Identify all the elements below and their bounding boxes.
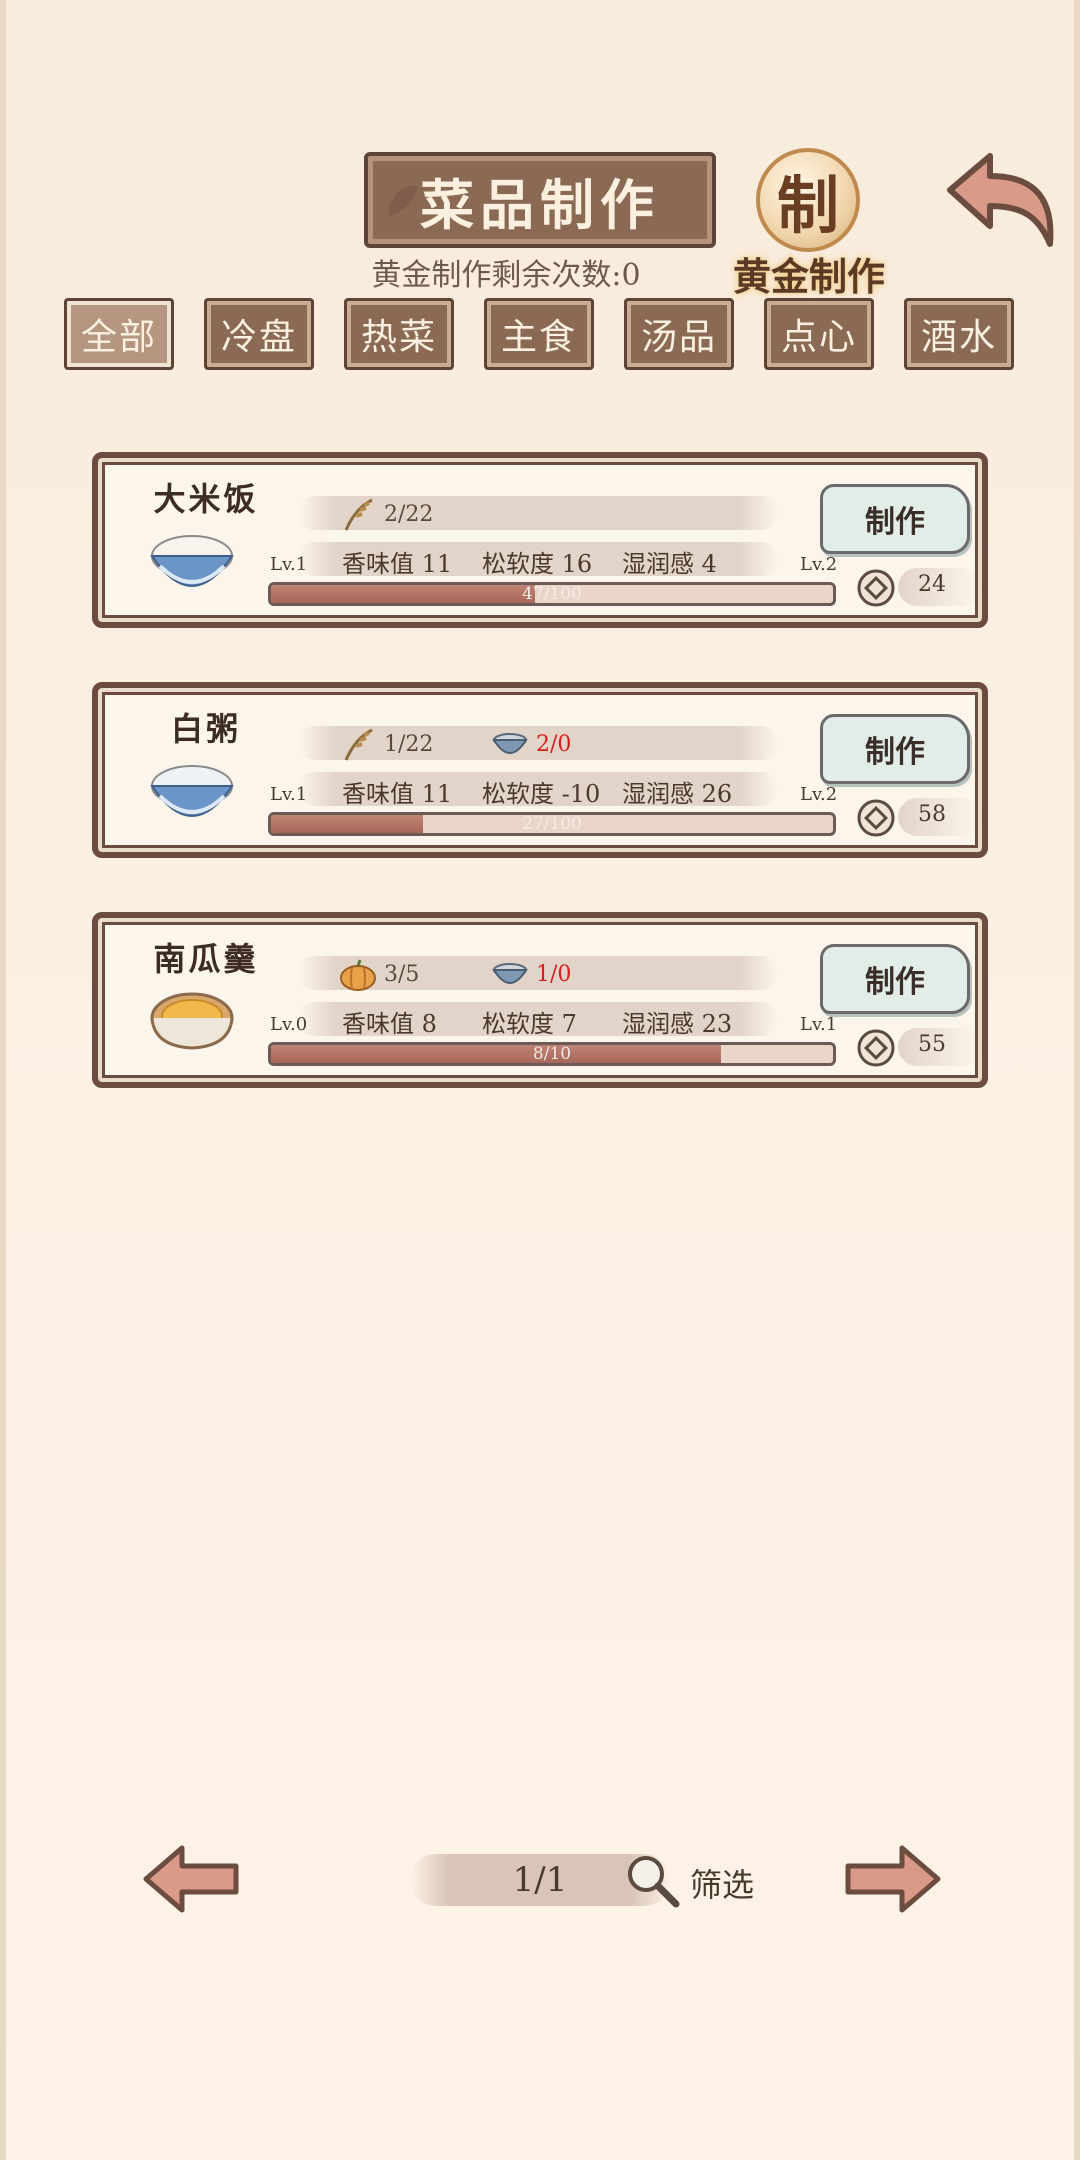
moisture-stat: 湿润感 26 [622, 780, 733, 808]
pumpkin-icon [340, 959, 376, 991]
copper-coin-icon [857, 569, 895, 607]
recipe-name: 南瓜羹 [153, 940, 259, 978]
next-page-arrow-icon[interactable] [842, 1844, 942, 1914]
magnifier-icon[interactable] [622, 1850, 682, 1910]
make-button-label: 制作 [865, 965, 925, 1000]
cost-value: 24 [918, 572, 946, 597]
level-progress-bar: 8/10 [268, 1042, 836, 1066]
level-next: Lv.2 [800, 554, 838, 575]
rice-bowl-icon [150, 535, 234, 587]
ingredient-count: 1/0 [536, 961, 572, 987]
ingredient-pumpkin: 3/5 [338, 956, 419, 992]
prev-page-arrow-icon[interactable] [142, 1844, 242, 1914]
ingredient-rice: 2/22 [338, 496, 433, 532]
level-current: Lv.0 [270, 1014, 308, 1035]
level-progress-bar: 47/100 [268, 582, 836, 606]
make-button[interactable]: 制作 [820, 484, 970, 554]
level-current: Lv.1 [270, 784, 308, 805]
progress-text: 8/10 [532, 1044, 572, 1064]
aroma-stat: 香味值 8 [342, 1010, 437, 1038]
ingredient-bowl: 2/0 [490, 726, 571, 762]
ingredient-count: 2/0 [536, 731, 572, 757]
tab-label: 酒水 [920, 317, 997, 358]
recipe-card-porridge: 白粥 1/22 2/0 香味值 11 松软度 -10 湿润感 26 Lv.1 L… [92, 682, 988, 858]
bowl-icon [492, 963, 528, 984]
make-button-label: 制作 [865, 505, 925, 540]
tab-dessert[interactable]: 点心 [764, 298, 874, 370]
gold-craft-remaining: 黄金制作剩余次数:0 [371, 258, 641, 293]
tab-label: 热菜 [360, 317, 437, 358]
page-title-plaque: 菜品制作 [364, 152, 716, 248]
gold-craft-label: 黄金制作 [732, 254, 885, 299]
bowl-icon [492, 733, 528, 754]
progress-text: 27/100 [522, 814, 582, 834]
ingredient-count: 3/5 [384, 961, 420, 987]
level-next: Lv.2 [800, 784, 838, 805]
tab-hot-dishes[interactable]: 热菜 [344, 298, 454, 370]
tab-label: 汤品 [640, 317, 717, 358]
tab-all[interactable]: 全部 [64, 298, 174, 370]
recipe-name: 白粥 [170, 710, 241, 748]
rice-stalk-icon [344, 728, 373, 761]
aroma-stat: 香味值 11 [342, 780, 453, 808]
recipe-stats: 香味值 11 松软度 16 湿润感 4 [342, 544, 717, 579]
recipe-card-rice: 大米饭 2/22 香味值 11 松软度 16 湿润感 4 Lv.1 Lv.2 4… [92, 452, 988, 628]
level-progress-bar: 27/100 [268, 812, 836, 836]
softness-stat: 松软度 7 [482, 1010, 577, 1038]
left-frame [0, 0, 6, 2160]
softness-stat: 松软度 -10 [482, 780, 601, 808]
softness-stat: 松软度 16 [482, 550, 593, 578]
right-frame [1074, 0, 1080, 2160]
make-button[interactable]: 制作 [820, 714, 970, 784]
ingredient-bowl: 1/0 [490, 956, 571, 992]
page-title: 菜品制作 [420, 172, 660, 237]
level-current: Lv.1 [270, 554, 308, 575]
ingredient-count: 2/22 [384, 501, 434, 527]
rice-stalk-icon [344, 498, 373, 531]
tab-cold-dishes[interactable]: 冷盘 [204, 298, 314, 370]
make-button-label: 制作 [865, 735, 925, 770]
moisture-stat: 湿润感 23 [622, 1010, 733, 1038]
cost-value: 55 [918, 1032, 946, 1057]
tab-soup[interactable]: 汤品 [624, 298, 734, 370]
cost-value: 58 [918, 802, 946, 827]
tab-staple[interactable]: 主食 [484, 298, 594, 370]
tab-label: 冷盘 [220, 317, 297, 358]
porridge-bowl-icon [150, 765, 234, 817]
gold-coin-glyph: 制 [776, 169, 839, 242]
copper-coin-icon [857, 799, 895, 837]
gold-coin-icon: 制 [756, 148, 860, 252]
recipe-stats: 香味值 11 松软度 -10 湿润感 26 [342, 774, 732, 809]
gold-craft-button[interactable]: 制 黄金制作 [724, 144, 894, 299]
aroma-stat: 香味值 11 [342, 550, 453, 578]
tab-label: 点心 [780, 317, 857, 358]
pumpkin-soup-bowl-icon [150, 992, 234, 1050]
make-button[interactable]: 制作 [820, 944, 970, 1014]
tab-drinks[interactable]: 酒水 [904, 298, 1014, 370]
ingredient-count: 1/22 [384, 731, 434, 757]
leaf-icon [388, 185, 418, 218]
tab-label: 全部 [80, 317, 157, 358]
recipe-stats: 香味值 8 松软度 7 湿润感 23 [342, 1004, 732, 1039]
copper-coin-icon [857, 1029, 895, 1067]
ingredient-rice: 1/22 [338, 726, 433, 762]
page-indicator: 1/1 [512, 1860, 568, 1900]
level-next: Lv.1 [800, 1014, 838, 1035]
recipe-name: 大米饭 [153, 480, 259, 518]
filter-button[interactable]: 筛选 [690, 1860, 754, 1906]
recipe-card-pumpkin-soup: 南瓜羹 3/5 1/0 香味值 8 松软度 7 湿润感 23 Lv.0 Lv.1… [92, 912, 988, 1088]
back-arrow-icon[interactable] [944, 150, 1058, 250]
moisture-stat: 湿润感 4 [622, 550, 717, 578]
progress-text: 47/100 [522, 584, 582, 604]
tab-label: 主食 [500, 317, 577, 358]
